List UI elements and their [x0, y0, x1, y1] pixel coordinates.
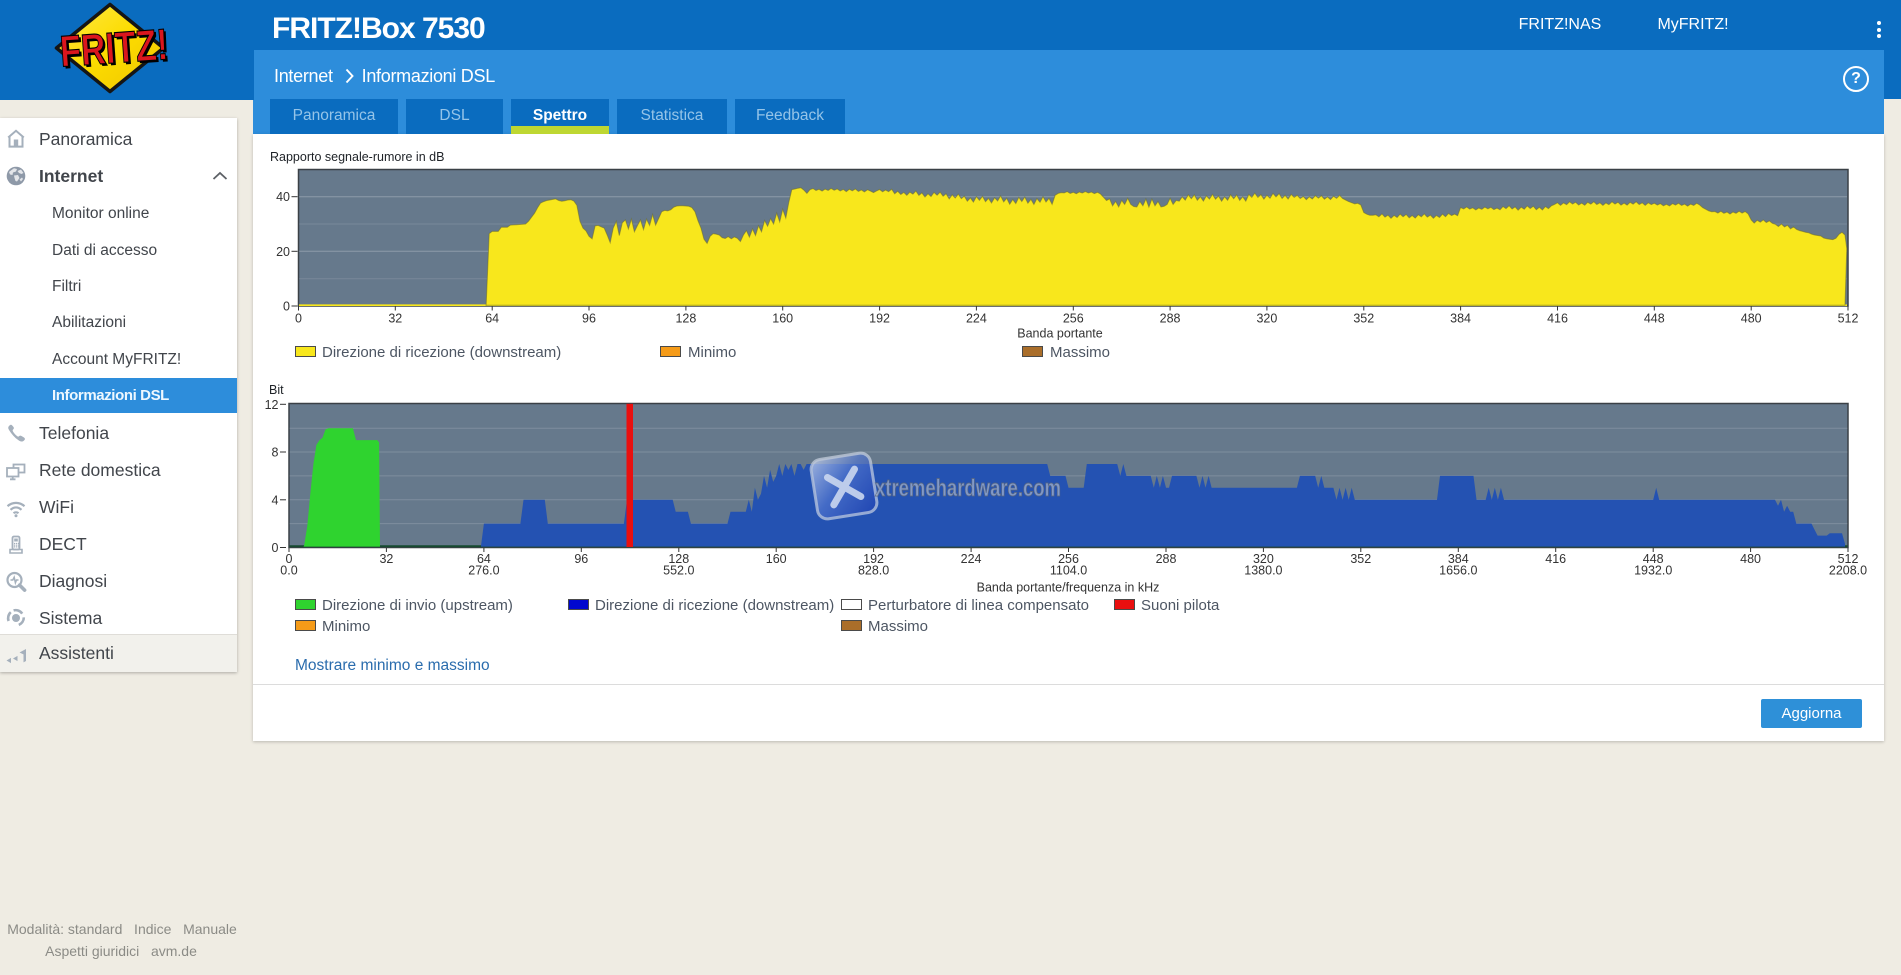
svg-text:416: 416	[1547, 312, 1568, 326]
svg-text:224: 224	[961, 552, 982, 566]
svg-text:20: 20	[276, 245, 290, 259]
svg-text:1380.0: 1380.0	[1244, 564, 1282, 578]
svg-text:448: 448	[1644, 312, 1665, 326]
svg-text:512: 512	[1838, 312, 1859, 326]
svg-text:1104.0: 1104.0	[1050, 564, 1087, 578]
svg-text:64: 64	[485, 312, 499, 326]
svg-text:160: 160	[766, 552, 787, 566]
svg-text:1932.0: 1932.0	[1634, 564, 1672, 578]
svg-text:0: 0	[295, 312, 302, 326]
svg-text:552.0: 552.0	[663, 564, 694, 578]
svg-text:384: 384	[1450, 312, 1471, 326]
svg-text:Rapporto segnale-rumore in dB: Rapporto segnale-rumore in dB	[270, 150, 444, 164]
svg-text:480: 480	[1741, 312, 1762, 326]
svg-text:192: 192	[869, 312, 890, 326]
svg-text:Banda portante/frequenza in kH: Banda portante/frequenza in kHz	[977, 581, 1160, 595]
svg-text:416: 416	[1545, 552, 1566, 566]
svg-text:12: 12	[265, 398, 279, 412]
svg-text:Banda portante: Banda portante	[1017, 327, 1103, 341]
svg-text:276.0: 276.0	[468, 564, 499, 578]
svg-text:256: 256	[1063, 312, 1084, 326]
svg-text:32: 32	[379, 552, 393, 566]
svg-text:0: 0	[272, 541, 279, 555]
svg-text:32: 32	[388, 312, 402, 326]
svg-text:0.0: 0.0	[280, 564, 297, 578]
svg-text:96: 96	[582, 312, 596, 326]
svg-text:128: 128	[675, 312, 696, 326]
svg-text:1656.0: 1656.0	[1439, 564, 1477, 578]
svg-text:480: 480	[1740, 552, 1761, 566]
svg-text:320: 320	[1256, 312, 1277, 326]
svg-text:FRITZ!: FRITZ!	[58, 20, 169, 76]
svg-text:828.0: 828.0	[858, 564, 889, 578]
svg-text:224: 224	[966, 312, 987, 326]
svg-text:288: 288	[1156, 552, 1177, 566]
svg-text:352: 352	[1353, 312, 1374, 326]
svg-text:96: 96	[574, 552, 588, 566]
svg-text:8: 8	[272, 446, 279, 460]
svg-text:0: 0	[283, 300, 290, 314]
svg-text:4: 4	[272, 493, 279, 507]
svg-text:352: 352	[1350, 552, 1371, 566]
svg-text:xtremehardware.com: xtremehardware.com	[875, 475, 1061, 502]
svg-text:160: 160	[772, 312, 793, 326]
svg-text:Bit: Bit	[269, 383, 284, 397]
svg-text:2208.0: 2208.0	[1829, 564, 1867, 578]
svg-text:40: 40	[276, 190, 290, 204]
svg-text:288: 288	[1160, 312, 1181, 326]
